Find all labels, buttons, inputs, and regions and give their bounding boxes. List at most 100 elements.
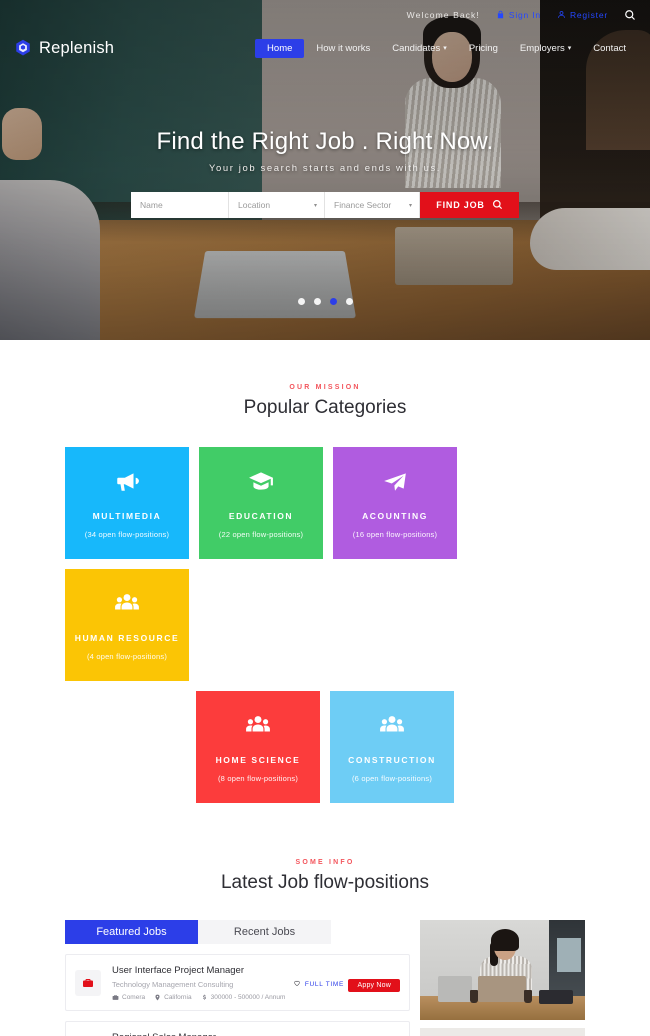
user-icon: [557, 10, 566, 21]
paper-plane-icon: [382, 468, 408, 499]
category-count: (16 open flow-positions): [352, 529, 438, 539]
job-type-label: FULL TIME: [304, 980, 345, 988]
search-sector-select[interactable]: Finance Sector ▾: [325, 192, 420, 218]
category-count: (4 open flow-positions): [86, 651, 168, 661]
top-utility-bar: Welcome Back! Sign In Register: [0, 0, 650, 30]
carousel-dots: [0, 298, 650, 305]
hero-content: Find the Right Job . Right Now. Your job…: [0, 128, 650, 218]
job-info: Regional Sales Manager Company Name goes…: [112, 1032, 292, 1036]
hero-title: Find the Right Job . Right Now.: [156, 128, 494, 155]
briefcase-icon: [75, 969, 101, 996]
categories-title: Popular Categories: [243, 397, 407, 418]
job-search-form: Name Location ▾ Finance Sector ▾ FIND JO…: [131, 192, 519, 218]
job-info: User Interface Project Manager Technolog…: [112, 965, 293, 1001]
tab-featured-jobs[interactable]: Featured Jobs: [65, 920, 198, 944]
main-navigation-bar: Replenish Home How it works Candidates ▾…: [0, 34, 650, 62]
sign-in-link[interactable]: Sign In: [496, 10, 541, 21]
heart-icon[interactable]: [293, 979, 301, 989]
dollar-icon: [201, 994, 208, 1001]
side-image-woman-at-desk: [420, 920, 585, 1020]
category-count: (34 open flow-positions): [84, 529, 170, 539]
carousel-dot-2[interactable]: [313, 298, 321, 305]
chevron-down-icon: ▾: [408, 202, 412, 209]
briefcase-icon: [112, 994, 119, 1001]
job-meta-location-label: California: [164, 993, 192, 1001]
users-icon: [114, 590, 140, 621]
register-link[interactable]: Register: [557, 10, 608, 21]
nav-item-employers[interactable]: Employers ▾: [510, 39, 581, 58]
job-meta-salary: 300000 - 500000 / Annum: [201, 993, 286, 1001]
categories-grid-row2: HOME SCIENCE (8 open flow-positions) CON…: [65, 691, 585, 803]
category-card-construction[interactable]: CONSTRUCTION (6 open flow-positions): [330, 691, 454, 803]
category-card-human-resource[interactable]: HUMAN RESOURCE (4 open flow-positions): [65, 569, 189, 681]
nav-label: Employers: [519, 42, 565, 54]
jobs-tabs: Featured Jobs Recent Jobs: [65, 920, 410, 944]
nav-items: Home How it works Candidates ▾ Pricing E…: [255, 38, 636, 58]
find-job-label: FIND JOB: [436, 200, 485, 210]
category-card-acounting[interactable]: ACOUNTING (16 open flow-positions): [333, 447, 457, 559]
carousel-dot-1[interactable]: [297, 298, 305, 305]
category-name: HUMAN RESOURCE: [74, 632, 180, 643]
popular-categories-section: OUR MISSION Popular Categories MULTIMEDI…: [0, 340, 650, 803]
categories-eyebrow: OUR MISSION: [289, 384, 361, 391]
category-name: EDUCATION: [228, 510, 294, 521]
job-meta-company-label: Comera: [122, 993, 146, 1001]
chevron-down-icon: ▾: [443, 45, 447, 52]
nav-label: Contact: [593, 42, 626, 54]
job-meta-salary-label: 300000 - 500000 / Annum: [210, 993, 286, 1001]
category-count: (8 open flow-positions): [217, 773, 299, 783]
brand-name: Replenish: [39, 38, 115, 57]
nav-label: Pricing: [468, 42, 498, 54]
hero-banner: Welcome Back! Sign In Register Replenish…: [0, 0, 650, 340]
chevron-down-icon: ▾: [567, 45, 572, 52]
category-card-home-science[interactable]: HOME SCIENCE (8 open flow-positions): [196, 691, 320, 803]
carousel-dot-3[interactable]: [329, 298, 337, 305]
jobs-eyebrow: SOME INFO: [295, 859, 355, 866]
brand-logo[interactable]: Replenish: [14, 39, 114, 58]
job-meta: Comera California 300000 - 500000 / Annu…: [112, 994, 293, 1001]
apply-now-button[interactable]: Appy Now: [348, 979, 400, 992]
search-location-value: Location: [238, 200, 271, 210]
category-card-education[interactable]: EDUCATION (22 open flow-positions): [199, 447, 323, 559]
side-image-typewriter: [420, 1028, 585, 1036]
category-name: CONSTRUCTION: [348, 754, 436, 765]
jobs-side-images: [420, 920, 585, 1036]
nav-item-pricing[interactable]: Pricing: [459, 39, 508, 58]
job-title: Regional Sales Manager: [112, 1032, 292, 1036]
carousel-dot-4[interactable]: [345, 298, 353, 305]
category-count: (22 open flow-positions): [218, 529, 304, 539]
category-count: (6 open flow-positions): [351, 773, 433, 783]
hero-subtitle: Your job search starts and ends with us.: [208, 163, 442, 174]
jobs-title: Latest Job flow-positions: [220, 872, 430, 893]
hexagon-logo-icon: [14, 39, 32, 57]
megaphone-icon: [114, 468, 140, 499]
category-name: MULTIMEDIA: [92, 510, 162, 521]
nav-item-how-it-works[interactable]: How it works: [306, 39, 380, 58]
search-location-select[interactable]: Location ▾: [229, 192, 325, 218]
tab-recent-jobs[interactable]: Recent Jobs: [198, 920, 331, 944]
sign-in-label: Sign In: [508, 10, 541, 20]
categories-grid-row1: MULTIMEDIA (34 open flow-positions) EDUC…: [65, 447, 585, 681]
find-job-button[interactable]: FIND JOB: [420, 192, 519, 218]
welcome-text: Welcome Back!: [406, 10, 480, 20]
category-card-multimedia[interactable]: MULTIMEDIA (34 open flow-positions): [65, 447, 189, 559]
job-card[interactable]: User Interface Project Manager Technolog…: [65, 954, 410, 1011]
search-icon[interactable]: [624, 9, 636, 21]
jobs-list-column: Featured Jobs Recent Jobs User Interface…: [65, 920, 410, 1036]
jobs-body: Featured Jobs Recent Jobs User Interface…: [65, 920, 585, 1036]
graduation-cap-icon: [248, 468, 274, 499]
nav-item-candidates[interactable]: Candidates ▾: [382, 39, 457, 58]
job-card[interactable]: Regional Sales Manager Company Name goes…: [65, 1021, 410, 1036]
job-type-badge: FULL TIME: [293, 979, 344, 989]
nav-label: Home: [267, 42, 293, 54]
search-sector-value: Finance Sector: [334, 200, 392, 210]
users-icon: [245, 712, 271, 743]
chevron-down-icon: ▾: [313, 202, 317, 209]
latest-jobs-section: SOME INFO Latest Job flow-positions Feat…: [0, 803, 650, 1036]
map-pin-icon: [154, 994, 161, 1001]
nav-item-home[interactable]: Home: [255, 38, 305, 58]
nav-item-contact[interactable]: Contact: [583, 39, 636, 58]
category-name: HOME SCIENCE: [215, 754, 301, 765]
search-name-input[interactable]: Name: [131, 192, 229, 218]
users-icon: [379, 712, 405, 743]
